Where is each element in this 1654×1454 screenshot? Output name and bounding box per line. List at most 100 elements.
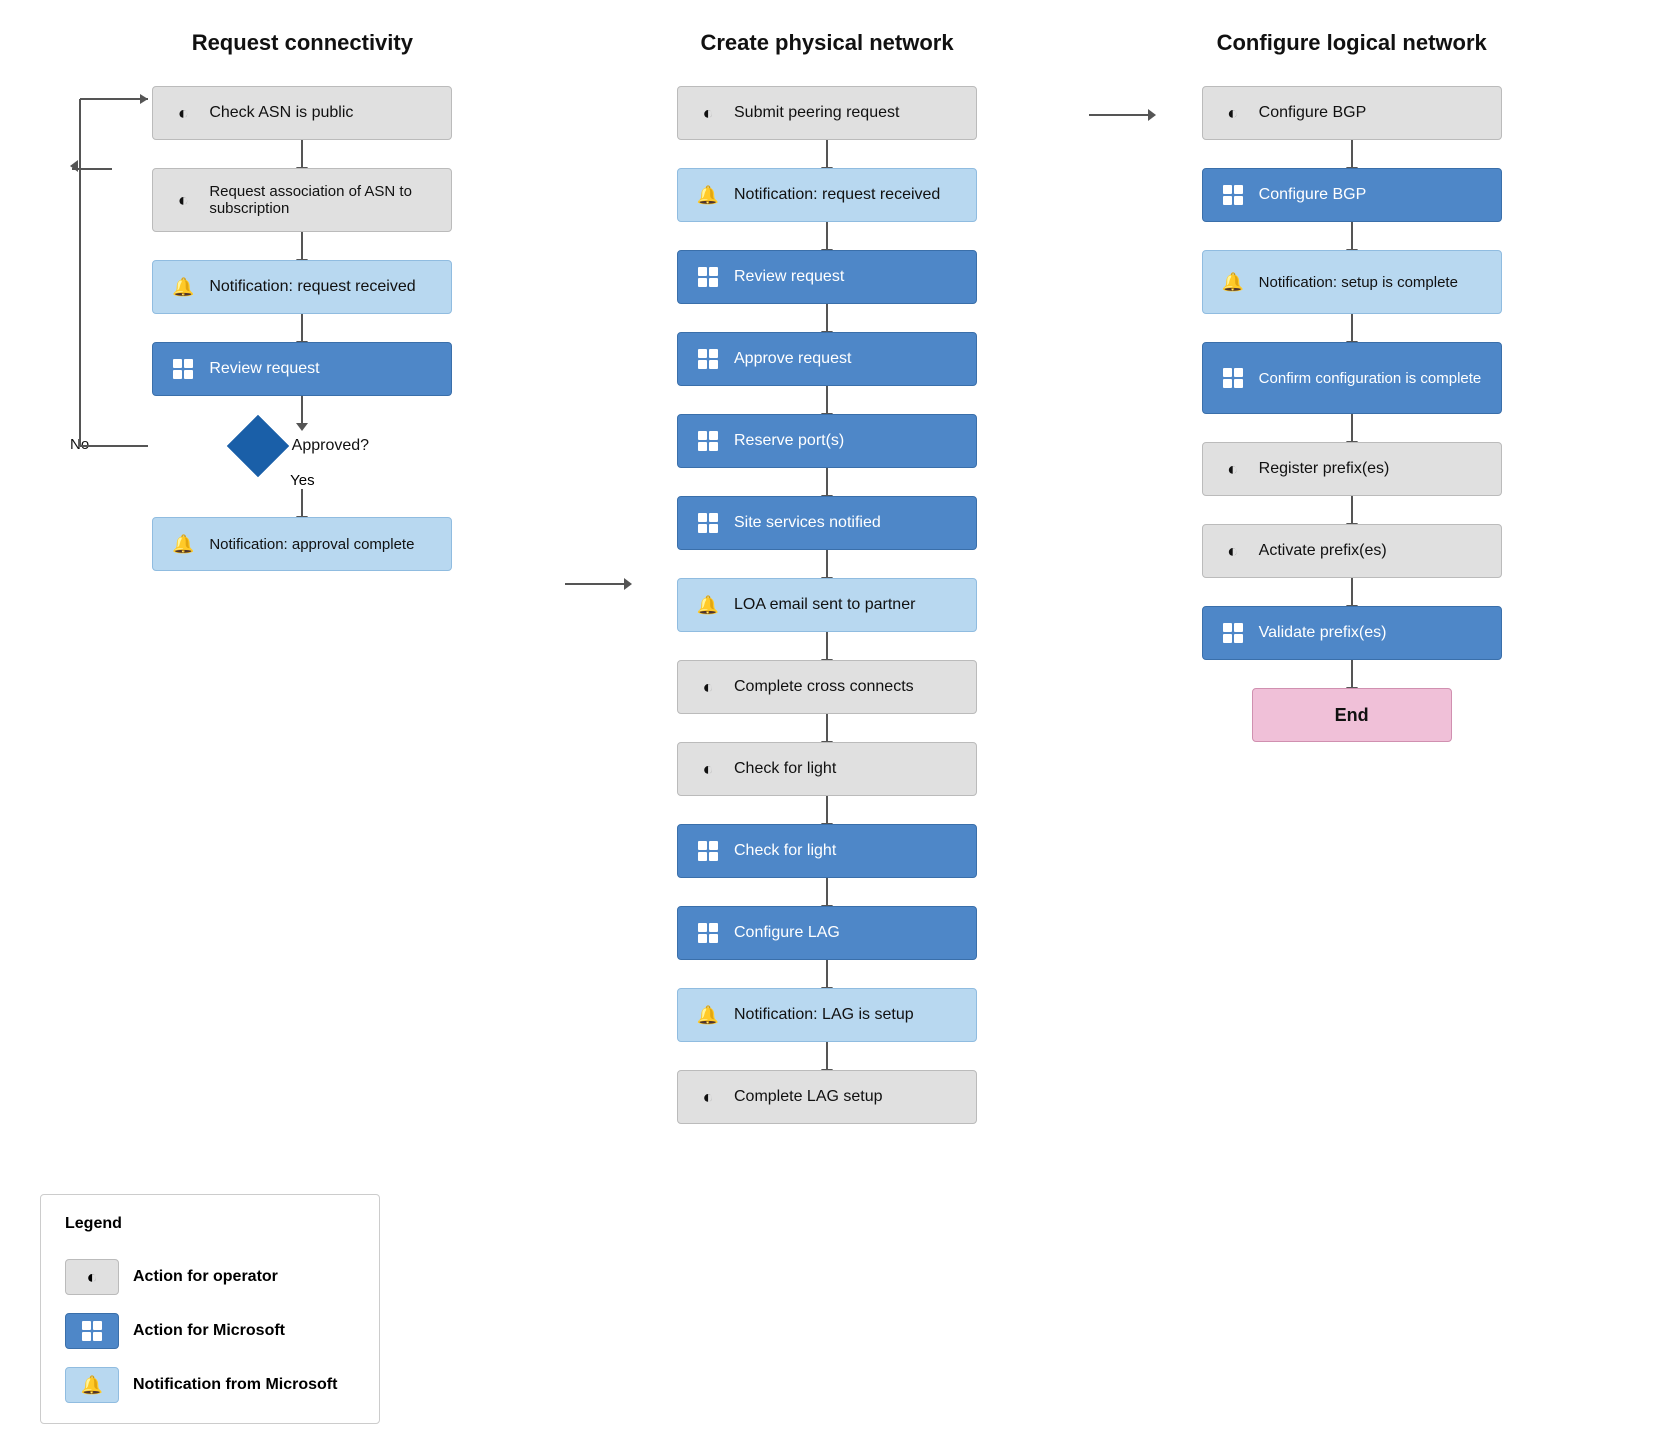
node-c1n1: ◐ Check ASN is public	[152, 86, 452, 140]
column-3: ◐ Configure BGP Configure BGP 🔔 Notifica…	[1089, 76, 1614, 742]
legend-node-notification: 🔔	[65, 1367, 119, 1403]
legend-item-operator: ◐ Action for operator	[65, 1259, 355, 1295]
legend-label-microsoft: Action for Microsoft	[133, 1322, 285, 1340]
ms-icon-c3n4	[1217, 362, 1249, 394]
node-c2n4: Approve request	[677, 332, 977, 386]
node-c3n7: Validate prefix(es)	[1202, 606, 1502, 660]
legend-label-notification: Notification from Microsoft	[133, 1376, 337, 1394]
legend-section: Legend ◐ Action for operator Action	[40, 1154, 460, 1424]
arrow-c1n3	[301, 314, 303, 342]
arrow-c2n10	[826, 878, 828, 906]
arrow-decision	[301, 489, 303, 517]
arrow-c2n6	[826, 550, 828, 578]
arrow-c3n4	[1351, 414, 1353, 442]
bell-icon-c2n2: 🔔	[692, 179, 724, 211]
node-c3n3: 🔔 Notification: setup is complete	[1202, 250, 1502, 314]
person-icon-c3n6: ◐	[1217, 535, 1249, 567]
person-icon-c2n8: ◐	[692, 671, 724, 703]
node-c3n8: End	[1252, 688, 1452, 742]
person-icon-c3n5: ◐	[1217, 453, 1249, 485]
arrow-c2n7	[826, 632, 828, 660]
decision-section: No Approved? Yes	[40, 424, 565, 489]
no-feedback-svg	[40, 424, 220, 824]
arrow-c2n8	[826, 714, 828, 742]
arrow-c3n6	[1351, 578, 1353, 606]
arrow-c2n9	[826, 796, 828, 824]
legend-ms-icon	[82, 1321, 102, 1341]
node-c1n6: 🔔 Notification: approval complete	[152, 517, 452, 571]
arrow-c1n4	[301, 396, 303, 424]
arrow-c2n3	[826, 304, 828, 332]
person-icon-c2n9: ◐	[692, 753, 724, 785]
arrow-c2n2	[826, 222, 828, 250]
node-c1n3: 🔔 Notification: request received	[152, 260, 452, 314]
ms-icon-c3n7	[1217, 617, 1249, 649]
person-icon-c1n1: ◐	[167, 97, 199, 129]
node-c2n3: Review request	[677, 250, 977, 304]
col1-header: Request connectivity	[40, 30, 565, 56]
arrow-c3n2	[1351, 222, 1353, 250]
yes-label: Yes	[290, 472, 314, 489]
columns-header: Request connectivity Create physical net…	[40, 30, 1614, 56]
column-2: ◐ Submit peering request 🔔 Notification:…	[565, 76, 1090, 1124]
no-label: No	[70, 436, 89, 453]
node-c2n13: ◐ Complete LAG setup	[677, 1070, 977, 1124]
column-1: ◐ Check ASN is public ◐ Request associat…	[40, 76, 565, 571]
legend-item-notification: 🔔 Notification from Microsoft	[65, 1367, 355, 1403]
arrow-c3n7	[1351, 660, 1353, 688]
ms-icon-c2n6	[692, 507, 724, 539]
approved-label: Approved?	[292, 437, 369, 455]
node-c2n1: ◐ Submit peering request	[677, 86, 977, 140]
legend: Legend ◐ Action for operator Action	[40, 1194, 380, 1424]
arrow-c1n2	[301, 232, 303, 260]
ms-icon-c3n2	[1217, 179, 1249, 211]
ms-icon-c2n3	[692, 261, 724, 293]
node-c3n6: ◐ Activate prefix(es)	[1202, 524, 1502, 578]
ms-icon-c1n4	[167, 353, 199, 385]
node-c2n2: 🔔 Notification: request received	[677, 168, 977, 222]
node-c2n5: Reserve port(s)	[677, 414, 977, 468]
node-c2n7: 🔔 LOA email sent to partner	[677, 578, 977, 632]
bell-icon-c2n12: 🔔	[692, 999, 724, 1031]
ms-icon-c2n5	[692, 425, 724, 457]
legend-bell-icon: 🔔	[81, 1375, 103, 1396]
legend-title: Legend	[65, 1215, 355, 1233]
node-c3n5: ◐ Register prefix(es)	[1202, 442, 1502, 496]
diamond	[227, 415, 289, 477]
node-c3n2: Configure BGP	[1202, 168, 1502, 222]
node-c3n4: Confirm configuration is complete	[1202, 342, 1502, 414]
arrow-c3n3	[1351, 314, 1353, 342]
person-icon-c1n2: ◐	[167, 184, 199, 216]
node-c2n11: Configure LAG	[677, 906, 977, 960]
col3-header: Configure logical network	[1089, 30, 1614, 56]
person-icon-c2n1: ◐	[692, 97, 724, 129]
node-c1n4: Review request	[152, 342, 452, 396]
bell-icon-c3n3: 🔔	[1217, 266, 1249, 298]
legend-node-operator: ◐	[65, 1259, 119, 1295]
ms-icon-c2n4	[692, 343, 724, 375]
arrow-c2n4	[826, 386, 828, 414]
arrow-c3n5	[1351, 496, 1353, 524]
col2-header: Create physical network	[565, 30, 1090, 56]
legend-node-microsoft	[65, 1313, 119, 1349]
arrow-c1n1	[301, 140, 303, 168]
legend-item-microsoft: Action for Microsoft	[65, 1313, 355, 1349]
arrow-c2n1	[826, 140, 828, 168]
bottom-content: Legend ◐ Action for operator Action	[40, 1154, 1614, 1424]
arrow-c2n12	[826, 1042, 828, 1070]
legend-label-operator: Action for operator	[133, 1268, 278, 1286]
legend-person-icon: ◐	[87, 1267, 98, 1288]
arrow-c3n1	[1351, 140, 1353, 168]
arrow-c2n11	[826, 960, 828, 988]
arrow-c2n5	[826, 468, 828, 496]
diagram-container: Request connectivity Create physical net…	[40, 30, 1614, 1424]
bell-icon-c1n3: 🔔	[167, 271, 199, 303]
columns-body: ◐ Check ASN is public ◐ Request associat…	[40, 76, 1614, 1124]
person-icon-c3n1: ◐	[1217, 97, 1249, 129]
node-c2n9: ◐ Check for light	[677, 742, 977, 796]
node-c2n12: 🔔 Notification: LAG is setup	[677, 988, 977, 1042]
bell-icon-c2n7: 🔔	[692, 589, 724, 621]
node-c2n6: Site services notified	[677, 496, 977, 550]
person-icon-c2n13: ◐	[692, 1081, 724, 1113]
node-c3n1: ◐ Configure BGP	[1202, 86, 1502, 140]
